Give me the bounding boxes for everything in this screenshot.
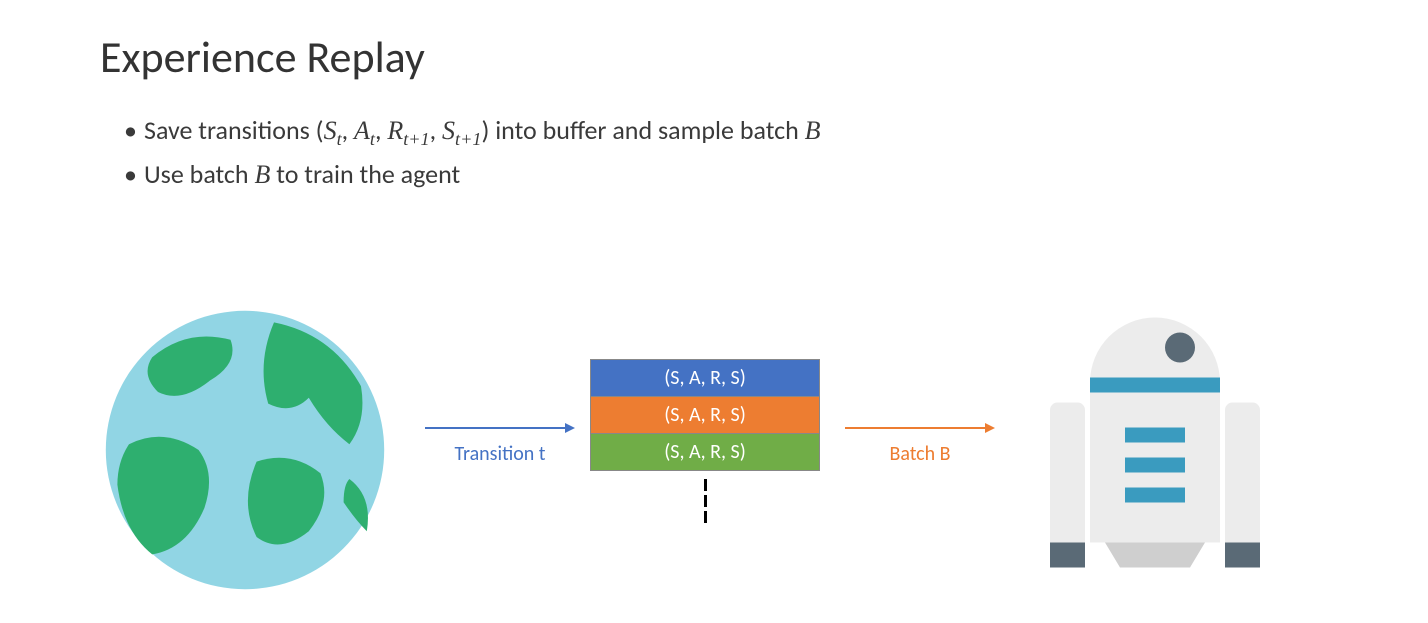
slide-title: Experience Replay <box>100 30 1328 84</box>
bullet-1-S: S <box>324 116 337 145</box>
buffer-ellipsis-icon <box>590 479 820 523</box>
bullet-2-text-pre: Use batch <box>144 158 254 190</box>
bullet-1-text-post: ) into buffer and sample batch <box>481 114 804 146</box>
arrow-batch: Batch B <box>840 420 1000 466</box>
bullet-2-B: B <box>254 160 270 189</box>
replay-buffer: (S, A, R, S) (S, A, R, S) (S, A, R, S) <box>590 360 820 527</box>
bullet-1-R: R <box>387 116 403 145</box>
slide: Experience Replay Save transitions (St, … <box>0 0 1428 623</box>
bullet-2-text-post: to train the agent <box>270 158 460 190</box>
bullet-1-A-sub: t <box>370 129 375 149</box>
bullet-1-S2-sub: t+1 <box>455 129 481 149</box>
robot-icon <box>1030 295 1280 585</box>
bullet-1-A: A <box>354 116 370 145</box>
bullet-2: Use batch B to train the agent <box>124 158 1328 190</box>
arrow-batch-label: Batch B <box>840 442 1000 466</box>
globe-icon <box>100 305 390 595</box>
bullet-1: Save transitions (St, At, Rt+1, St+1) in… <box>124 114 1328 150</box>
bullet-1-R-sub: t+1 <box>403 129 429 149</box>
arrow-transition-label: Transition t <box>420 442 580 466</box>
buffer-row-2: (S, A, R, S) <box>590 433 820 471</box>
arrow-transition: Transition t <box>420 420 580 466</box>
bullet-1-text-pre: Save transitions ( <box>144 114 324 146</box>
bullet-1-S-sub: t <box>337 129 342 149</box>
diagram: Transition t (S, A, R, S) (S, A, R, S) (… <box>100 310 1328 600</box>
buffer-row-1: (S, A, R, S) <box>590 396 820 434</box>
bullet-1-B: B <box>805 116 821 145</box>
bullet-list: Save transitions (St, At, Rt+1, St+1) in… <box>100 114 1328 190</box>
bullet-1-S2: S <box>442 116 455 145</box>
buffer-row-0: (S, A, R, S) <box>590 359 820 397</box>
